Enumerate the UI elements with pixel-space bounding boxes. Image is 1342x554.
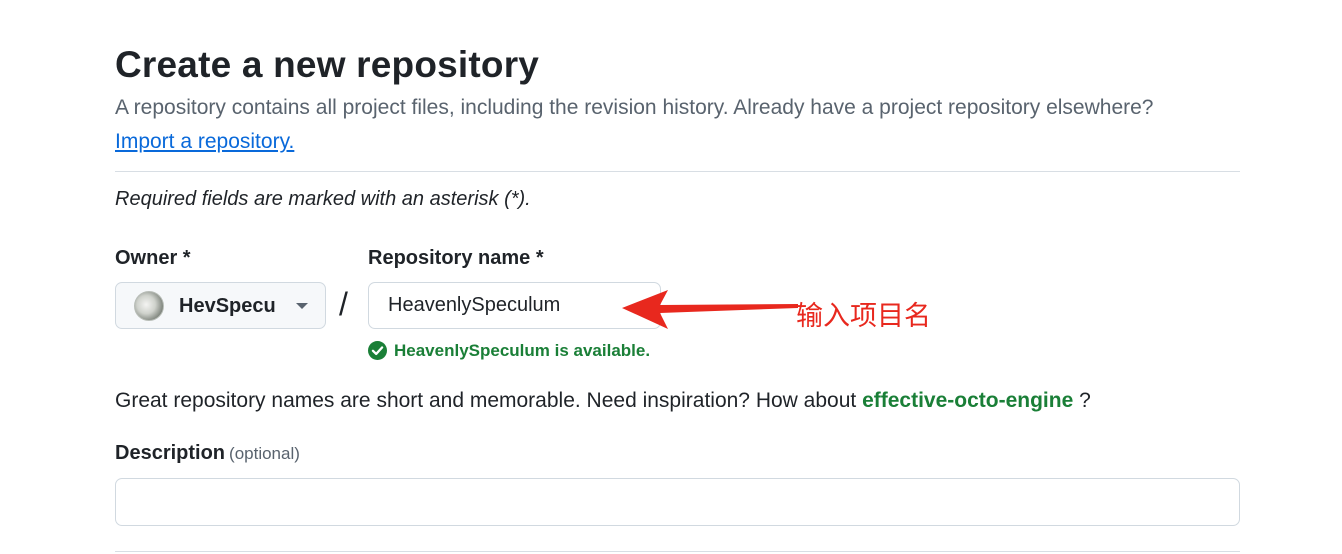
- annotation-text: 输入项目名: [796, 301, 931, 332]
- owner-select-button[interactable]: HevSpecu: [115, 282, 326, 329]
- owner-avatar: [134, 291, 164, 321]
- page-title: Create a new repository: [115, 44, 540, 85]
- suggestion-prefix: Great repository names are short and mem…: [115, 389, 863, 412]
- page-subtitle: A repository contains all project files,…: [115, 96, 1154, 119]
- availability-text: HeavenlySpeculum is available.: [394, 341, 651, 360]
- owner-label: Owner *: [115, 247, 191, 269]
- description-label: Description (optional): [115, 442, 300, 465]
- name-suggestion: Great repository names are short and mem…: [115, 389, 1091, 413]
- owner-repo-separator: /: [339, 286, 348, 322]
- triangle-down-icon: [296, 303, 308, 309]
- optional-tag: (optional): [229, 444, 300, 463]
- description-input[interactable]: [115, 478, 1240, 526]
- check-circle-fill-icon: [368, 341, 387, 360]
- owner-name: HevSpecu: [179, 295, 276, 317]
- import-repository-link[interactable]: Import a repository.: [115, 130, 294, 154]
- header-divider: [115, 171, 1240, 172]
- required-fields-note: Required fields are marked with an aster…: [115, 188, 531, 210]
- repository-name-label: Repository name *: [368, 247, 544, 269]
- suggested-name-link[interactable]: effective-octo-engine: [862, 389, 1073, 412]
- description-label-text: Description: [115, 442, 226, 464]
- footer-divider: [115, 551, 1240, 552]
- suggestion-suffix: ?: [1073, 389, 1091, 412]
- red-arrow-left-icon: [622, 290, 798, 329]
- repository-name-input[interactable]: [368, 282, 661, 329]
